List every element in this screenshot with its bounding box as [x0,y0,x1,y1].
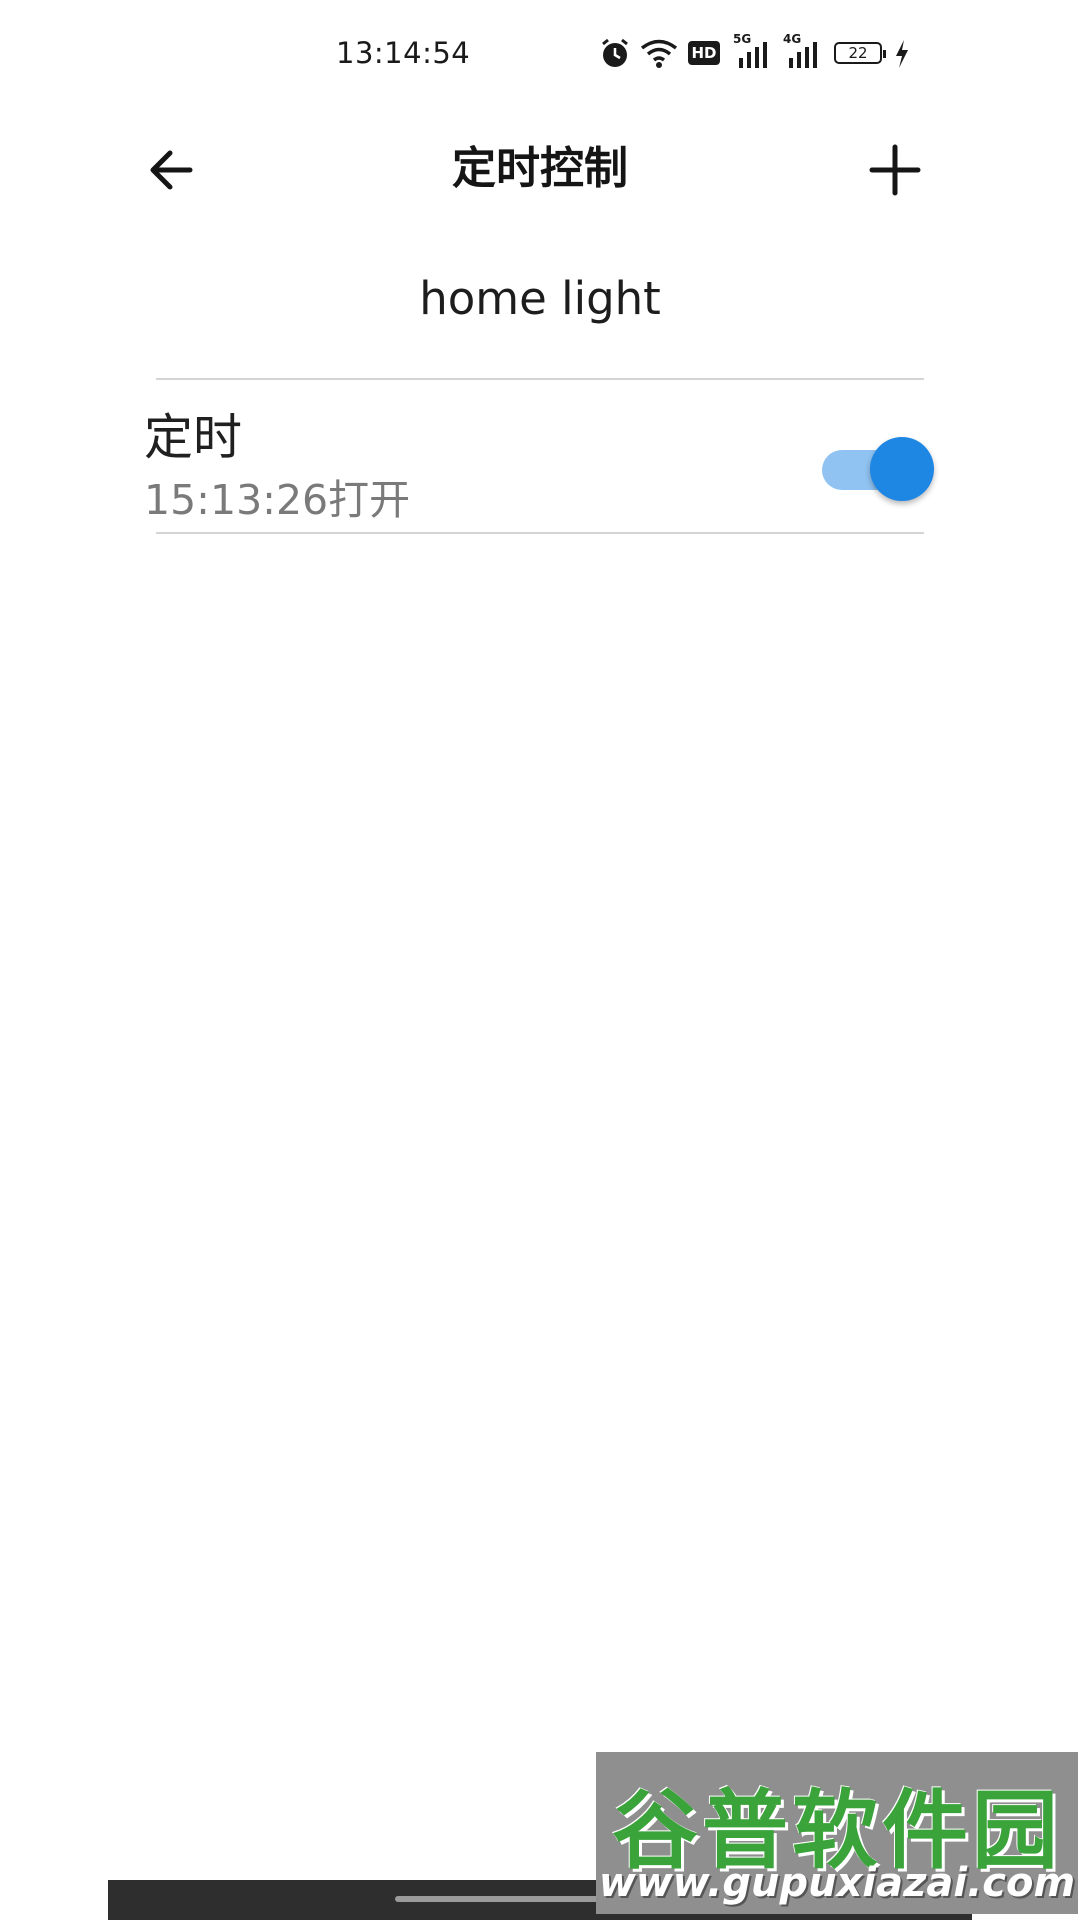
device-name: home light [419,272,661,325]
battery-level: 22 [848,44,868,62]
timer-time: 15:13:26打开 [144,476,411,524]
add-timer-button[interactable] [860,135,930,205]
plus-icon [869,144,921,196]
signal-5g-icon: 5G [733,32,775,70]
battery-icon: 22 [834,42,886,64]
status-time: 13:14:54 [336,36,471,70]
timer-label: 定时 [144,409,243,466]
charging-icon [896,40,908,68]
divider-bottom [156,532,924,534]
status-bar: 13:14:54 HD 5G 4G 22 [0,0,1080,110]
timer-list-item[interactable]: 定时 15:13:26打开 [144,380,934,530]
alarm-icon [602,38,628,67]
timer-toggle[interactable] [814,435,934,505]
signal-4g-icon: 4G [783,32,825,70]
hd-icon: HD [688,41,720,65]
watermark: 谷普软件园 www.gupuxiazai.com [596,1752,1078,1914]
watermark-url: www.gupuxiazai.com [598,1860,1076,1906]
wifi-icon [640,39,678,68]
app-bar: 定时控制 [0,110,1080,220]
toggle-thumb [870,437,934,501]
